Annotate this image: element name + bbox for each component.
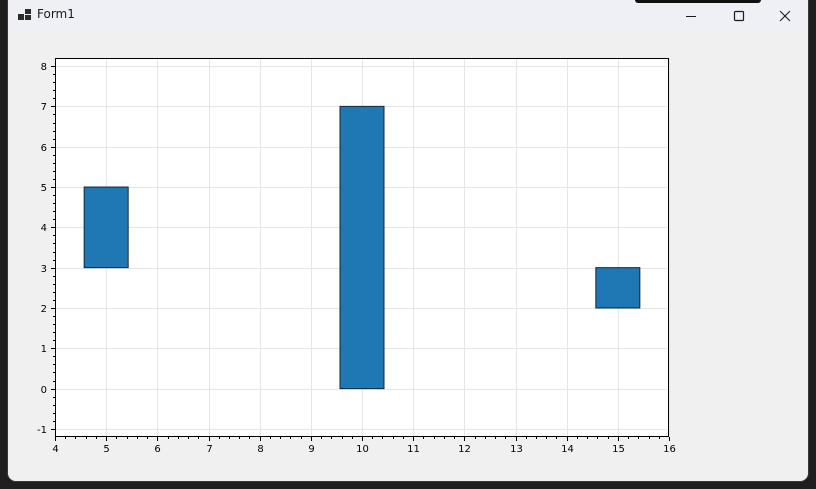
y-tick-label: 3 xyxy=(41,264,47,275)
y-tick-label: 1 xyxy=(41,344,47,355)
maximize-icon xyxy=(733,10,745,21)
y-tick-label: 8 xyxy=(41,62,47,73)
x-tick-label: 4 xyxy=(52,444,58,455)
app-icon xyxy=(18,9,31,20)
y-tick-label: 2 xyxy=(41,304,47,315)
x-tick-label: 5 xyxy=(103,444,109,455)
x-tick-label: 7 xyxy=(206,444,212,455)
y-tick-label: 4 xyxy=(41,223,47,234)
x-tick-label: 9 xyxy=(308,444,314,455)
x-tick-label: 6 xyxy=(154,444,160,455)
x-tick-label: 12 xyxy=(458,444,471,455)
y-tick-label: -1 xyxy=(37,425,47,436)
maximize-button[interactable] xyxy=(716,0,762,31)
close-icon xyxy=(779,10,791,21)
x-tick-label: 8 xyxy=(257,444,263,455)
bar-1[interactable] xyxy=(83,186,129,269)
y-tick-label: 5 xyxy=(41,183,47,194)
close-button[interactable] xyxy=(762,0,808,31)
y-tick-label: 6 xyxy=(41,143,47,154)
x-tick-label: 16 xyxy=(663,444,676,455)
form-window: Form1 -1 0 1 2 3 4 5 6 7 8 4 5 6 7 8 9 10 11 12 13 14 15 16 xyxy=(8,0,808,481)
x-tick-label: 15 xyxy=(612,444,625,455)
x-tick-label: 14 xyxy=(561,444,574,455)
y-tick-label: 0 xyxy=(41,385,47,396)
x-tick-label: 13 xyxy=(510,444,523,455)
bar-3[interactable] xyxy=(595,267,641,309)
minimize-icon xyxy=(686,15,696,17)
x-tick-label: 10 xyxy=(356,444,369,455)
bar-2[interactable] xyxy=(339,105,385,390)
plot-control[interactable]: -1 0 1 2 3 4 5 6 7 8 4 5 6 7 8 9 10 11 12 13 14 15 16 xyxy=(8,31,808,481)
chart[interactable]: -10123456784 5 6 7 8 9 10 11 12 13 14 15 16 xyxy=(8,31,808,481)
y-tick-label: 7 xyxy=(41,102,47,113)
title-bar[interactable]: Form1 xyxy=(8,0,808,31)
window-title: Form1 xyxy=(37,7,75,21)
x-tick-label: 11 xyxy=(407,444,420,455)
minimize-button[interactable] xyxy=(668,0,714,31)
